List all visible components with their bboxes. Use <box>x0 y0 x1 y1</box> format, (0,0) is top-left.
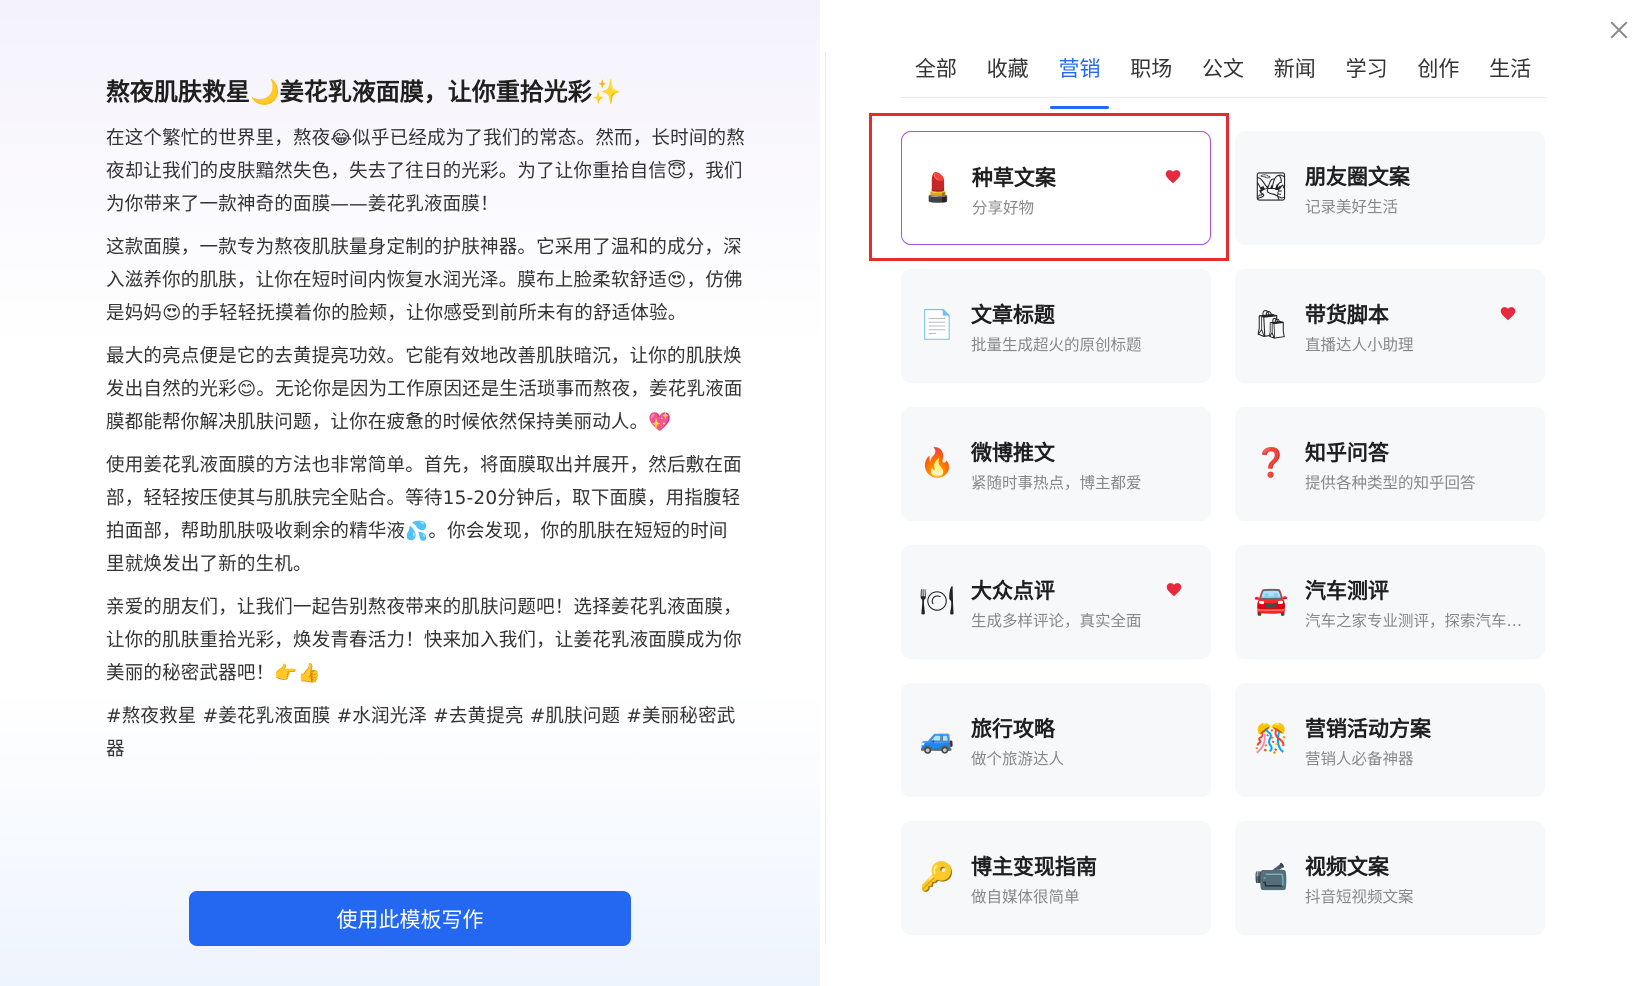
lipstick-icon: 💄 <box>920 171 956 204</box>
template-card-seeding-copy[interactable]: 💄 种草文案分享好物 <box>901 131 1211 245</box>
template-card-title: 营销活动方案 <box>1305 717 1431 741</box>
template-card-title: 微博推文 <box>971 441 1055 465</box>
template-card-title: 博主变现指南 <box>971 855 1097 879</box>
shopping-bags-icon: 🛍 <box>1253 308 1289 341</box>
template-card-title: 文章标题 <box>971 303 1055 327</box>
panel-divider <box>825 52 826 944</box>
preview-paragraph-1: 在这个繁忙的世界里，熬夜😂似乎已经成为了我们的常态。然而，长时间的熬夜却让我们的… <box>106 128 745 215</box>
tab-workplace[interactable]: 职场 <box>1115 52 1187 97</box>
tab-news[interactable]: 新闻 <box>1259 52 1331 97</box>
close-icon[interactable] <box>1607 18 1631 42</box>
document-icon: 📄 <box>919 308 955 341</box>
template-card-marketing-plan[interactable]: 🎊 营销活动方案营销人必备神器 <box>1235 683 1545 797</box>
heart-icon[interactable] <box>1499 305 1517 321</box>
fire-icon: 🔥 <box>919 446 955 479</box>
template-card-dianping-review[interactable]: 🍽 大众点评生成多样评论，真实全面 <box>901 545 1211 659</box>
template-card-zhihu-answer[interactable]: ❓ 知乎问答提供各种类型的知乎回答 <box>1235 407 1545 521</box>
template-card-blogger-monetize[interactable]: 🔑 博主变现指南做自媒体很简单 <box>901 821 1211 935</box>
template-card-subtitle: 批量生成超火的原创标题 <box>971 336 1142 354</box>
template-card-subtitle: 直播达人小助理 <box>1305 336 1414 354</box>
plate-cutlery-icon: 🍽 <box>919 584 955 617</box>
template-card-subtitle: 做自媒体很简单 <box>971 888 1080 906</box>
template-card-travel-guide[interactable]: 🚙 旅行攻略做个旅游达人 <box>901 683 1211 797</box>
preview-hashtags: #熬夜救星 #姜花乳液面膜 #水润光泽 #去黄提亮 #肌肤问题 #美丽秘密武器 <box>106 706 736 760</box>
template-card-subtitle: 抖音短视频文案 <box>1305 888 1414 906</box>
car-icon: 🚘 <box>1253 584 1289 617</box>
template-card-article-title[interactable]: 📄 文章标题批量生成超火的原创标题 <box>901 269 1211 383</box>
blue-car-icon: 🚙 <box>919 722 955 755</box>
heart-icon[interactable] <box>1165 581 1183 597</box>
template-card-title: 知乎问答 <box>1305 441 1389 465</box>
template-card-moments-copy[interactable]: 🏞 朋友圈文案记录美好生活 <box>1235 131 1545 245</box>
tab-life[interactable]: 生活 <box>1474 52 1546 97</box>
template-card-car-review[interactable]: 🚘 汽车测评汽车之家专业测评，探索汽车世界 <box>1235 545 1545 659</box>
key-icon: 🔑 <box>919 860 955 893</box>
use-template-button[interactable]: 使用此模板写作 <box>189 891 631 946</box>
question-mark-icon: ❓ <box>1253 446 1289 479</box>
preview-paragraph-5: 亲爱的朋友们，让我们一起告别熬夜带来的肌肤问题吧！选择姜花乳液面膜，让你的肌肤重… <box>106 597 742 684</box>
template-card-subtitle: 分享好物 <box>972 199 1035 217</box>
tab-creation[interactable]: 创作 <box>1402 52 1474 97</box>
template-card-subtitle: 紧随时事热点，博主都爱 <box>971 474 1142 492</box>
template-card-sales-script[interactable]: 🛍 带货脚本直播达人小助理 <box>1235 269 1545 383</box>
template-card-title: 大众点评 <box>971 579 1055 603</box>
template-card-subtitle: 营销人必备神器 <box>1305 750 1414 768</box>
template-card-weibo-post[interactable]: 🔥 微博推文紧随时事热点，博主都爱 <box>901 407 1211 521</box>
video-camera-icon: 📹 <box>1253 860 1289 893</box>
heart-icon[interactable] <box>1164 168 1182 184</box>
tab-marketing[interactable]: 营销 <box>1044 52 1116 109</box>
template-card-title: 朋友圈文案 <box>1305 165 1410 189</box>
tab-official-docs[interactable]: 公文 <box>1187 52 1259 97</box>
template-preview: 熬夜肌肤救星🌙姜花乳液面膜，让你重拾光彩✨ 在这个繁忙的世界里，熬夜😂似乎已经成… <box>106 70 746 776</box>
template-card-subtitle: 汽车之家专业测评，探索汽车世界 <box>1305 612 1530 630</box>
template-card-title: 汽车测评 <box>1305 579 1389 603</box>
tab-study[interactable]: 学习 <box>1331 52 1403 97</box>
template-card-subtitle: 生成多样评论，真实全面 <box>971 612 1142 630</box>
confetti-ball-icon: 🎊 <box>1253 722 1289 755</box>
preview-paragraph-3: 最大的亮点便是它的去黄提亮功效。它能有效地改善肌肤暗沉，让你的肌肤焕发出自然的光… <box>106 346 743 433</box>
template-card-subtitle: 做个旅游达人 <box>971 750 1065 768</box>
category-tabs: 全部 收藏 营销 职场 公文 新闻 学习 创作 生活 <box>900 52 1546 109</box>
template-card-title: 视频文案 <box>1305 855 1389 879</box>
preview-paragraph-2: 这款面膜，一款专为熬夜肌肤量身定制的护肤神器。它采用了温和的成分，深入滋养你的肌… <box>106 237 743 324</box>
tab-all[interactable]: 全部 <box>900 52 972 97</box>
preview-paragraph-4: 使用姜花乳液面膜的方法也非常简单。首先，将面膜取出并展开，然后敷在面部，轻轻按压… <box>106 455 742 575</box>
template-card-title: 种草文案 <box>972 166 1056 190</box>
preview-title: 熬夜肌肤救星🌙姜花乳液面膜，让你重拾光彩✨ <box>106 78 622 106</box>
template-card-title: 旅行攻略 <box>971 717 1055 741</box>
template-card-video-copy[interactable]: 📹 视频文案抖音短视频文案 <box>1235 821 1545 935</box>
template-card-subtitle: 记录美好生活 <box>1305 198 1399 216</box>
template-card-subtitle: 提供各种类型的知乎回答 <box>1305 474 1476 492</box>
landscape-photo-icon: 🏞 <box>1253 170 1289 203</box>
tab-favorites[interactable]: 收藏 <box>972 52 1044 97</box>
template-card-title: 带货脚本 <box>1305 303 1389 327</box>
